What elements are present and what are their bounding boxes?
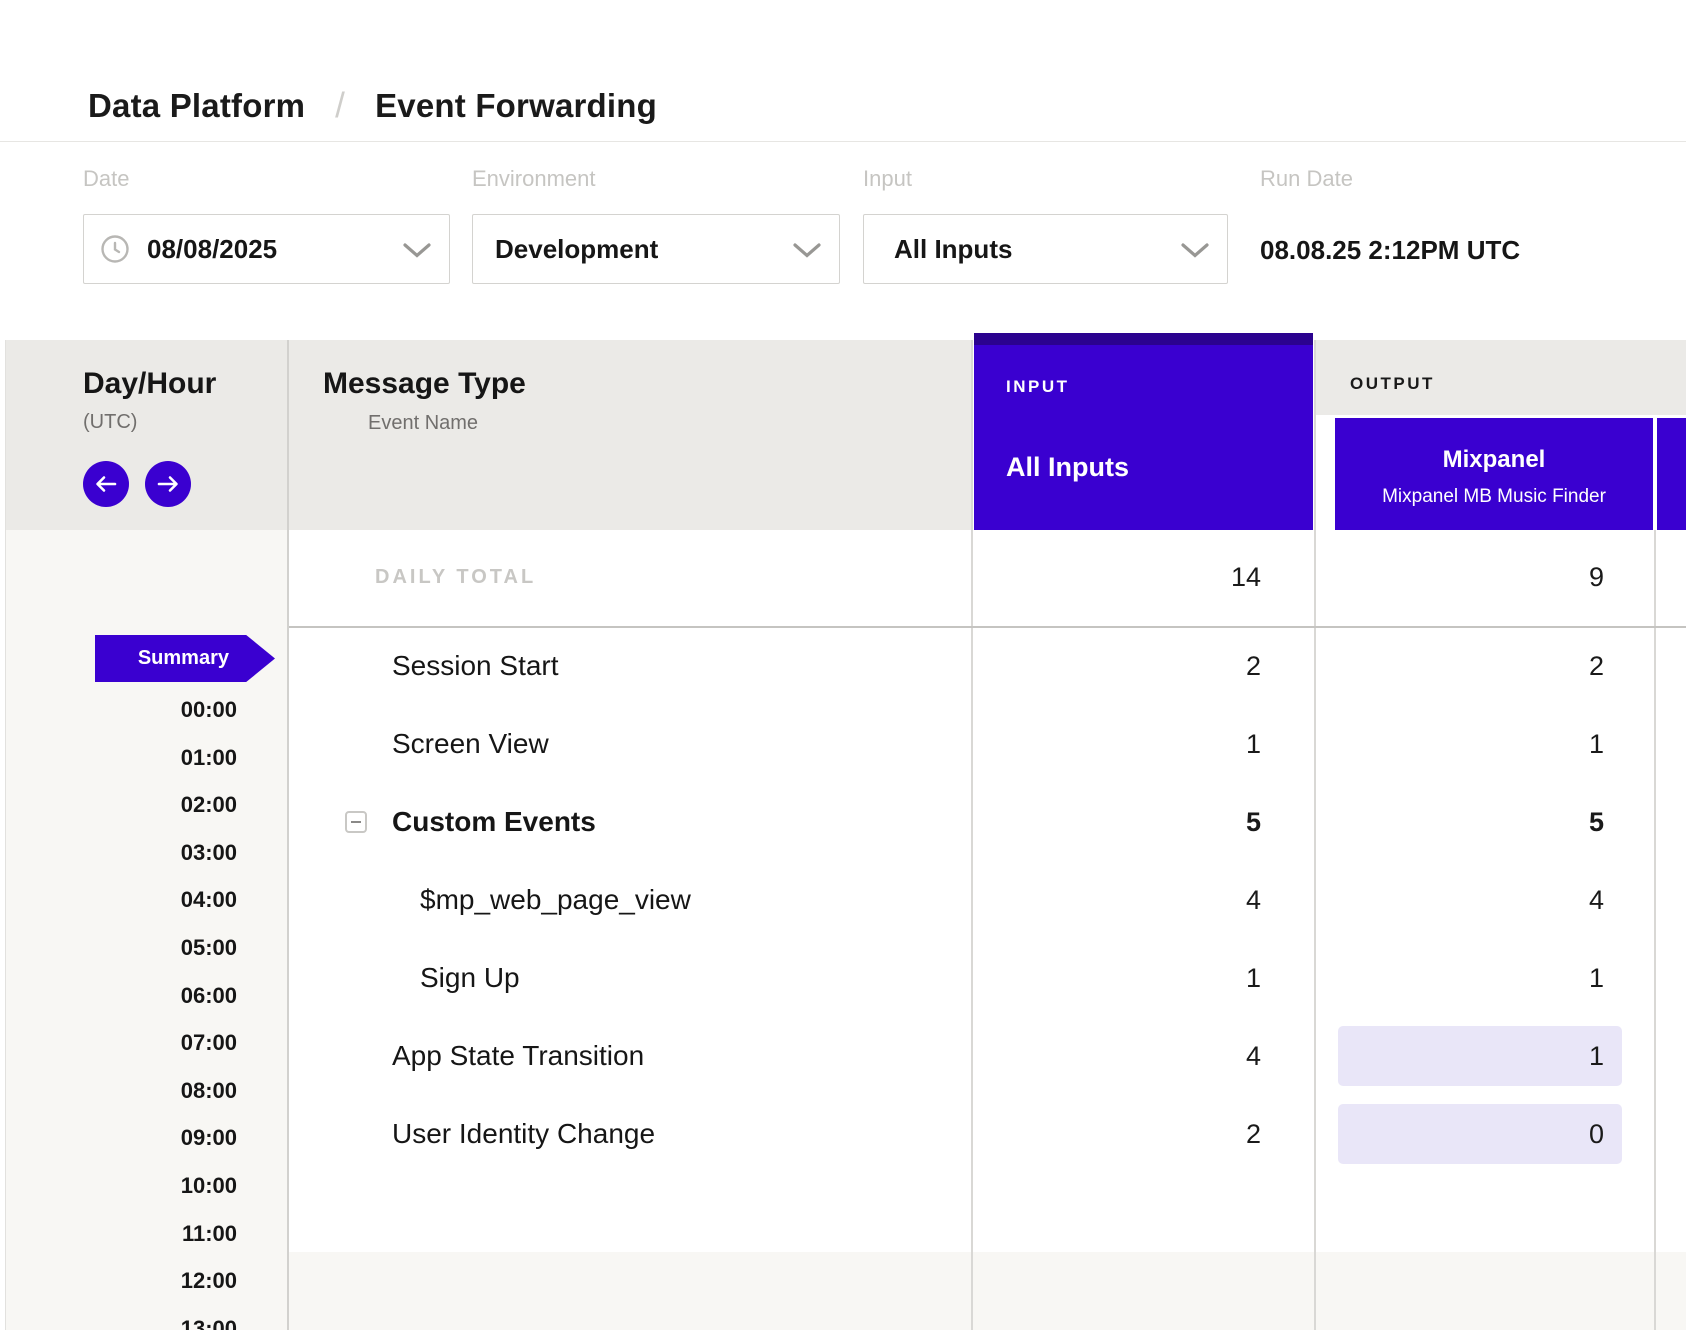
hour-row-label[interactable]: 00:00 [40,695,237,725]
row-label: $mp_web_page_view [420,884,691,916]
output-connection-name: Mixpanel MB Music Finder [1335,486,1653,508]
column-divider [1654,530,1656,1330]
input-filter-label: Input [863,166,912,192]
topbar: Data Platform / Event Forwarding [0,0,1686,142]
row-input-value: 5 [1246,806,1261,838]
hour-row-label[interactable]: 02:00 [40,790,237,820]
hour-row-label[interactable]: 03:00 [40,838,237,868]
arrow-left-icon [94,475,118,493]
output-cell-highlight [1338,1026,1622,1086]
date-value: 08/08/2025 [147,234,277,265]
arrow-right-icon [156,475,180,493]
daily-total-input-value: 14 [1231,561,1261,593]
breadcrumb: Data Platform / Event Forwarding [88,86,657,126]
chevron-down-icon [403,243,431,263]
row-output-value: 2 [1589,650,1604,682]
date-filter-label: Date [83,166,129,192]
output-column-header-next [1657,418,1686,530]
chevron-down-icon [793,243,821,263]
daily-total-divider [289,626,1686,628]
event-forwarding-screen: Data Platform / Event Forwarding Date 08… [0,0,1686,1330]
clock-icon [100,234,130,264]
row-input-value: 2 [1246,1118,1261,1150]
hour-row-label[interactable]: 12:00 [40,1266,237,1296]
day-hour-timezone: (UTC) [83,410,137,434]
environment-value: Development [495,234,658,265]
day-hour-header: Day/Hour [83,368,216,400]
date-select[interactable]: 08/08/2025 [83,214,450,284]
hour-row-label[interactable]: 09:00 [40,1123,237,1153]
breadcrumb-separator: / [335,86,345,126]
breadcrumb-section[interactable]: Data Platform [88,87,305,125]
column-divider [1314,340,1316,1330]
event-name-subheader: Event Name [368,411,478,435]
row-output-value: 1 [1589,962,1604,994]
hour-row-label[interactable]: 07:00 [40,1028,237,1058]
minus-icon [351,821,361,823]
chevron-down-icon [1181,243,1209,263]
previous-day-button[interactable] [83,461,129,507]
column-divider [971,340,973,1330]
run-date-value: 08.08.25 2:12PM UTC [1260,233,1520,267]
message-type-header: Message Type [323,368,526,400]
summary-tab[interactable]: Summary [95,635,275,682]
collapse-custom-events-button[interactable] [345,811,367,833]
row-input-value: 1 [1246,728,1261,760]
row-input-value: 1 [1246,962,1261,994]
hour-row-label[interactable]: 01:00 [40,743,237,773]
input-select[interactable]: All Inputs [863,214,1228,284]
input-group-label: INPUT [1006,377,1070,397]
row-label: Screen View [392,728,549,760]
column-divider [287,340,289,1330]
row-label: User Identity Change [392,1118,655,1150]
row-label: App State Transition [392,1040,644,1072]
environment-filter-label: Environment [472,166,596,192]
empty-grid-area [289,1252,1686,1330]
row-input-value: 4 [1246,884,1261,916]
daily-total-output-value: 9 [1589,561,1604,593]
hour-row-label[interactable]: 04:00 [40,885,237,915]
next-day-button[interactable] [145,461,191,507]
row-output-value: 1 [1589,728,1604,760]
output-column-name: Mixpanel [1335,446,1653,474]
hour-row-label[interactable]: 13:00 [40,1314,237,1330]
input-value: All Inputs [894,234,1012,265]
page-title: Event Forwarding [375,87,657,125]
output-cell-highlight [1338,1104,1622,1164]
input-column-header: INPUT All Inputs [974,333,1313,530]
row-output-value: 1 [1589,1040,1604,1072]
output-group-label: OUTPUT [1350,374,1435,394]
row-output-value: 4 [1589,884,1604,916]
row-label: Custom Events [392,806,596,838]
run-date-label: Run Date [1260,166,1353,192]
row-input-value: 4 [1246,1040,1261,1072]
row-input-value: 2 [1246,650,1261,682]
hour-row-label[interactable]: 11:00 [40,1219,237,1249]
output-column-header-mixpanel: Mixpanel Mixpanel MB Music Finder [1335,418,1653,530]
row-output-value: 0 [1589,1118,1604,1150]
hour-row-label[interactable]: 06:00 [40,981,237,1011]
daily-total-label: DAILY TOTAL [375,563,536,591]
row-output-value: 5 [1589,806,1604,838]
hour-row-label[interactable]: 10:00 [40,1171,237,1201]
hour-row-label[interactable]: 05:00 [40,933,237,963]
input-column-name: All Inputs [1006,452,1129,483]
row-label: Session Start [392,650,559,682]
hour-row-label[interactable]: 08:00 [40,1076,237,1106]
row-label: Sign Up [420,962,520,994]
environment-select[interactable]: Development [472,214,840,284]
